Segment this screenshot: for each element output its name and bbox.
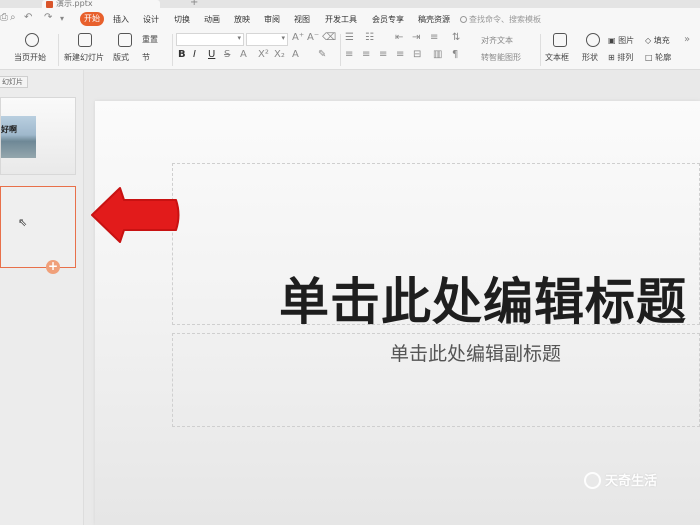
- indent-increase-icon[interactable]: ⇥: [412, 32, 420, 43]
- picture-label: 图片: [618, 36, 635, 45]
- document-tab-strip: 演示.pptx +: [0, 0, 700, 8]
- ribbon-toolbar: 当页开始 新建幻灯片 版式 重置 节 ▾ ▾ A⁺ A⁻ ⌫ B I U S A…: [0, 30, 700, 70]
- bold-icon[interactable]: B: [178, 49, 186, 60]
- add-slide-plus-icon[interactable]: +: [46, 260, 60, 274]
- text-direction-icon[interactable]: ⇅: [452, 32, 460, 43]
- chevron-down-icon: ▾: [281, 34, 285, 42]
- font-family-select[interactable]: ▾: [176, 33, 244, 46]
- indent-decrease-icon[interactable]: ⇤: [395, 32, 403, 43]
- columns-icon[interactable]: ▥: [433, 49, 442, 60]
- shape-icon[interactable]: [586, 33, 600, 47]
- smartart-button[interactable]: 转智能图形: [481, 52, 521, 63]
- arrange-label: 排列: [617, 53, 634, 62]
- arrange-button[interactable]: ⊞ 排列: [608, 52, 633, 63]
- reset-label: 重置: [142, 35, 158, 44]
- distribute-icon[interactable]: ⊟: [413, 49, 421, 60]
- tab-review[interactable]: 审阅: [264, 14, 280, 25]
- menu-bar: ⎙ ⌕ ↶ ↷ ▾ 开始 插入 设计 切换 动画 放映 审阅 视图 开发工具 会…: [0, 8, 700, 30]
- command-search-placeholder: 查找命令、搜索模板: [469, 15, 541, 24]
- layout-button[interactable]: 版式: [113, 52, 129, 63]
- superscript-icon[interactable]: X²: [258, 49, 269, 60]
- tab-animations[interactable]: 动画: [204, 14, 220, 25]
- picture-button[interactable]: ▣ 图片: [608, 35, 634, 46]
- redo-icon[interactable]: ↷: [44, 12, 52, 23]
- layout-icon[interactable]: [118, 33, 132, 47]
- bullets-icon[interactable]: ☰: [345, 32, 354, 43]
- italic-icon[interactable]: I: [193, 49, 196, 60]
- thumbnail-1-text: 好啊: [1, 125, 17, 134]
- align-right-icon[interactable]: ≡: [379, 49, 387, 60]
- tab-design[interactable]: 设计: [143, 14, 159, 25]
- ribbon-separator: [172, 34, 173, 66]
- clear-format-icon[interactable]: ⌫: [322, 32, 336, 43]
- title-placeholder-text[interactable]: 单击此处编辑标题: [279, 262, 687, 334]
- mouse-cursor-icon: ⇖: [18, 216, 28, 229]
- section-label: 节: [142, 53, 150, 62]
- font-color-icon[interactable]: A: [292, 49, 299, 60]
- slide-thumbnail-2-selected[interactable]: ⇖: [0, 186, 76, 268]
- outline-button[interactable]: □ 轮廓: [645, 52, 671, 63]
- watermark-logo-icon: [584, 472, 601, 489]
- ribbon-separator: [58, 34, 59, 66]
- align-center-icon[interactable]: ≡: [362, 49, 370, 60]
- play-from-current-button[interactable]: 当页开始: [14, 52, 46, 63]
- undo-icon[interactable]: ↶: [24, 12, 32, 23]
- shape-button[interactable]: 形状: [582, 52, 598, 63]
- shadow-icon[interactable]: A: [240, 49, 247, 60]
- ribbon-separator: [340, 34, 341, 66]
- section-button[interactable]: 节: [142, 52, 150, 63]
- align-left-icon[interactable]: ≡: [345, 49, 353, 60]
- tab-insert[interactable]: 插入: [113, 14, 129, 25]
- slides-panel-tab[interactable]: 幻灯片: [0, 76, 28, 88]
- new-slide-icon[interactable]: [78, 33, 92, 47]
- numbering-icon[interactable]: ☷: [365, 32, 374, 43]
- watermark-text: 天奇生活: [605, 474, 658, 489]
- underline-icon[interactable]: U: [208, 49, 215, 60]
- textbox-icon[interactable]: [553, 33, 567, 47]
- tab-developer[interactable]: 开发工具: [325, 14, 357, 25]
- presentation-file-icon: [46, 1, 53, 8]
- fill-label: 填充: [653, 36, 670, 45]
- increase-font-icon[interactable]: A⁺: [292, 32, 304, 43]
- slide-thumbnail-1[interactable]: 好啊: [0, 97, 76, 175]
- ribbon-separator: [540, 34, 541, 66]
- tab-transitions[interactable]: 切换: [174, 14, 190, 25]
- subscript-icon[interactable]: X₂: [274, 49, 285, 60]
- red-annotation-arrow: [91, 187, 180, 243]
- highlight-icon[interactable]: ✎: [318, 49, 326, 60]
- chevron-down-icon: ▾: [237, 34, 241, 42]
- outline-label: 轮廓: [655, 53, 672, 62]
- tab-member[interactable]: 会员专享: [372, 14, 404, 25]
- watermark: 天奇生活: [584, 470, 657, 489]
- tab-view[interactable]: 视图: [294, 14, 310, 25]
- subtitle-placeholder-text[interactable]: 单击此处编辑副标题: [390, 339, 561, 366]
- line-spacing-icon[interactable]: ≡: [430, 32, 438, 43]
- document-tab[interactable]: 演示.pptx: [42, 0, 160, 8]
- strikethrough-icon[interactable]: S: [224, 49, 230, 60]
- print-icon[interactable]: ⎙: [0, 12, 8, 23]
- font-size-select[interactable]: ▾: [246, 33, 288, 46]
- preview-icon[interactable]: ⌕: [10, 12, 16, 23]
- fill-button[interactable]: ◇ 填充: [645, 35, 670, 46]
- reset-button[interactable]: 重置: [142, 34, 158, 45]
- paragraph-icon[interactable]: ¶: [452, 49, 458, 60]
- thumbnail-landscape-image: 好啊: [1, 116, 36, 158]
- arrow-shape: [91, 187, 180, 243]
- new-tab-plus-icon[interactable]: +: [190, 0, 198, 8]
- quick-access-dropdown-icon[interactable]: ▾: [60, 14, 64, 23]
- search-icon: [460, 16, 467, 23]
- textbox-button[interactable]: 文本框: [545, 52, 569, 63]
- more-tools-icon[interactable]: »: [684, 34, 690, 45]
- tab-home[interactable]: 开始: [80, 12, 104, 26]
- align-text-button[interactable]: 对齐文本: [481, 35, 513, 46]
- play-from-current-icon[interactable]: [25, 33, 39, 47]
- tab-resources[interactable]: 稿壳资源: [418, 14, 450, 25]
- justify-icon[interactable]: ≡: [396, 49, 404, 60]
- command-search[interactable]: 查找命令、搜索模板: [460, 14, 541, 25]
- decrease-font-icon[interactable]: A⁻: [307, 32, 319, 43]
- tab-slideshow[interactable]: 放映: [234, 14, 250, 25]
- new-slide-button[interactable]: 新建幻灯片: [64, 52, 104, 63]
